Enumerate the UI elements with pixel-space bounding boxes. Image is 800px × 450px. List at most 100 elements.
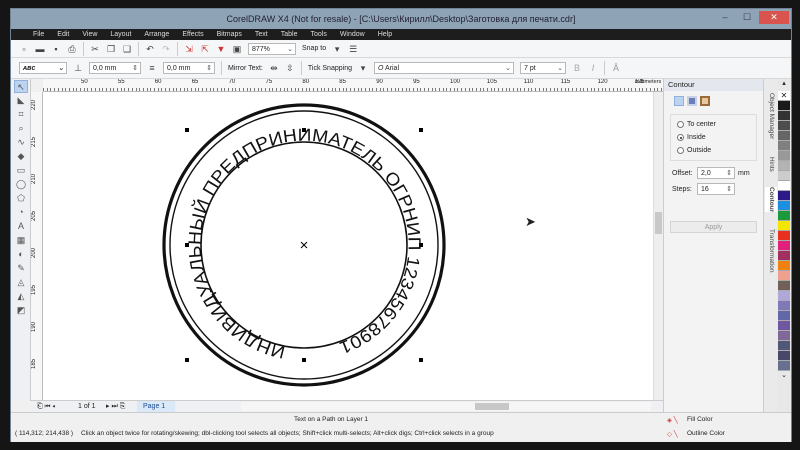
page-nav-next-icon[interactable]: ▸ ⏭ ⎘ [106, 401, 125, 412]
menu-tools[interactable]: Tools [310, 29, 326, 40]
pick-tool-icon[interactable]: ↖ [14, 80, 28, 93]
text-tool-icon[interactable]: A [14, 220, 28, 233]
contour-to-center-icon[interactable] [674, 96, 684, 106]
text-orientation-select[interactable]: ᴀʙᴄ ⌄ [19, 62, 67, 74]
zoom-level-select[interactable]: 877% ⌄ [248, 42, 296, 55]
selection-handle[interactable] [185, 243, 189, 247]
edit-text-icon[interactable]: Ā [611, 63, 621, 73]
color-swatch[interactable] [778, 121, 790, 131]
color-swatch[interactable] [778, 221, 790, 231]
interactive-fill-tool-icon[interactable]: ◩ [14, 304, 28, 317]
snap-dropdown-icon[interactable]: ▾ [332, 44, 342, 54]
eyedropper-tool-icon[interactable]: ✎ [14, 262, 28, 275]
menu-help[interactable]: Help [378, 29, 392, 40]
color-swatch[interactable] [778, 341, 790, 351]
copy-icon[interactable]: ❐ [106, 44, 116, 54]
options-icon[interactable]: ☰ [348, 44, 358, 54]
tab-contour[interactable]: Contour [765, 187, 777, 213]
color-swatch[interactable] [778, 231, 790, 241]
vertical-scroll-thumb[interactable] [655, 212, 662, 234]
polygon-tool-icon[interactable]: ⬠ [14, 192, 28, 205]
page-nav-first-icon[interactable]: ⎗ ⏮ ◂ [37, 401, 55, 412]
color-swatch[interactable] [778, 331, 790, 341]
rectangle-tool-icon[interactable]: ▭ [14, 164, 28, 177]
selection-handle[interactable] [419, 358, 423, 362]
maximize-button[interactable]: ☐ [737, 11, 757, 24]
close-button[interactable]: ✕ [759, 11, 789, 24]
crop-tool-icon[interactable]: ⌗ [14, 108, 28, 121]
selection-handle[interactable] [185, 358, 189, 362]
radio-inside[interactable]: Inside [677, 131, 750, 144]
tick-snapping-dropdown-icon[interactable]: ▾ [358, 63, 368, 73]
minimize-button[interactable]: ‒ [715, 11, 735, 24]
fill-tool-icon[interactable]: ◭ [14, 290, 28, 303]
contour-outside-icon[interactable] [700, 96, 710, 106]
menu-window[interactable]: Window [340, 29, 365, 40]
color-swatch[interactable] [778, 111, 790, 121]
color-swatch[interactable] [778, 161, 790, 171]
text-on-path[interactable]: ИНДИВИДУАЛЬНЫЙ ПРЕДПРИНИМАТЕЛЬ ОГРНИП 12… [184, 125, 424, 363]
menu-table[interactable]: Table [281, 29, 298, 40]
horizontal-scrollbar[interactable] [241, 402, 651, 411]
zoom-tool-icon[interactable]: ⌕ [14, 122, 28, 135]
palette-scroll-down-icon[interactable]: ⌄ [777, 371, 791, 379]
vertical-scrollbar[interactable] [653, 92, 663, 400]
menu-arrange[interactable]: Arrange [144, 29, 169, 40]
color-swatch[interactable] [778, 291, 790, 301]
application-launcher-icon[interactable]: ▼ [216, 44, 226, 54]
welcome-screen-icon[interactable]: ▣ [232, 44, 242, 54]
page-tab[interactable]: Page 1 [137, 401, 176, 412]
no-color-swatch[interactable]: ✕ [778, 91, 790, 101]
color-swatch[interactable] [778, 201, 790, 211]
menu-effects[interactable]: Effects [182, 29, 203, 40]
open-icon[interactable]: ▬ [35, 44, 45, 54]
horizontal-ruler[interactable]: 50 55 60 65 70 75 80 85 90 95 100 105 110 115 120 125 mi… [43, 79, 663, 92]
bold-icon[interactable]: B [572, 63, 582, 73]
color-swatch[interactable] [778, 351, 790, 361]
menu-view[interactable]: View [82, 29, 97, 40]
horizontal-offset-input[interactable]: 0,0 mm ⇕ [163, 62, 215, 74]
menu-edit[interactable]: Edit [57, 29, 69, 40]
color-swatch[interactable] [778, 171, 790, 181]
color-swatch[interactable] [778, 181, 790, 191]
color-swatch[interactable] [778, 271, 790, 281]
save-icon[interactable]: ▪ [51, 44, 61, 54]
radio-outside[interactable]: Outside [677, 144, 750, 157]
selection-handle[interactable] [419, 243, 423, 247]
tick-snapping-button[interactable]: Tick Snapping [308, 65, 352, 72]
smart-fill-tool-icon[interactable]: ◆ [14, 150, 28, 163]
ellipse-tool-icon[interactable]: ◯ [14, 178, 28, 191]
selection-handle[interactable] [302, 358, 306, 362]
color-swatch[interactable] [778, 131, 790, 141]
italic-icon[interactable]: I [588, 63, 598, 73]
color-swatch[interactable] [778, 251, 790, 261]
color-swatch[interactable] [778, 211, 790, 221]
color-swatch[interactable] [778, 141, 790, 151]
steps-input[interactable]: 16 ⇕ [697, 183, 735, 195]
paste-icon[interactable]: ❑ [122, 44, 132, 54]
color-swatch[interactable] [778, 261, 790, 271]
table-tool-icon[interactable]: ▦ [14, 234, 28, 247]
snap-to-button[interactable]: Snap to [302, 45, 326, 52]
menu-text[interactable]: Text [255, 29, 268, 40]
tab-object-manager[interactable]: Object Manager [765, 93, 777, 139]
mirror-vertical-icon[interactable]: ⇳ [285, 63, 295, 73]
color-swatch[interactable] [778, 151, 790, 161]
radio-to-center[interactable]: To center [677, 118, 750, 131]
vertical-ruler[interactable]: 220 215 210 205 200 195 190 185 [31, 92, 43, 400]
tab-hints[interactable]: Hints [765, 157, 777, 172]
offset-input[interactable]: 2,0 ⇕ [697, 167, 735, 179]
menu-bitmaps[interactable]: Bitmaps [217, 29, 242, 40]
interactive-blend-tool-icon[interactable]: ◐ [14, 248, 28, 261]
drawing-canvas[interactable]: ИНДИВИДУАЛЬНЫЙ ПРЕДПРИНИМАТЕЛЬ ОГРНИП 12… [43, 92, 653, 400]
menu-layout[interactable]: Layout [110, 29, 131, 40]
redo-icon[interactable]: ↷ [161, 44, 171, 54]
new-icon[interactable]: ▫ [19, 44, 29, 54]
import-icon[interactable]: ⇲ [184, 44, 194, 54]
color-swatch[interactable] [778, 311, 790, 321]
shape-tool-icon[interactable]: ◣ [14, 94, 28, 107]
freehand-tool-icon[interactable]: ∿ [14, 136, 28, 149]
horizontal-scroll-thumb[interactable] [475, 403, 509, 410]
cut-icon[interactable]: ✂ [90, 44, 100, 54]
tab-transformation[interactable]: Transformation [765, 229, 777, 272]
